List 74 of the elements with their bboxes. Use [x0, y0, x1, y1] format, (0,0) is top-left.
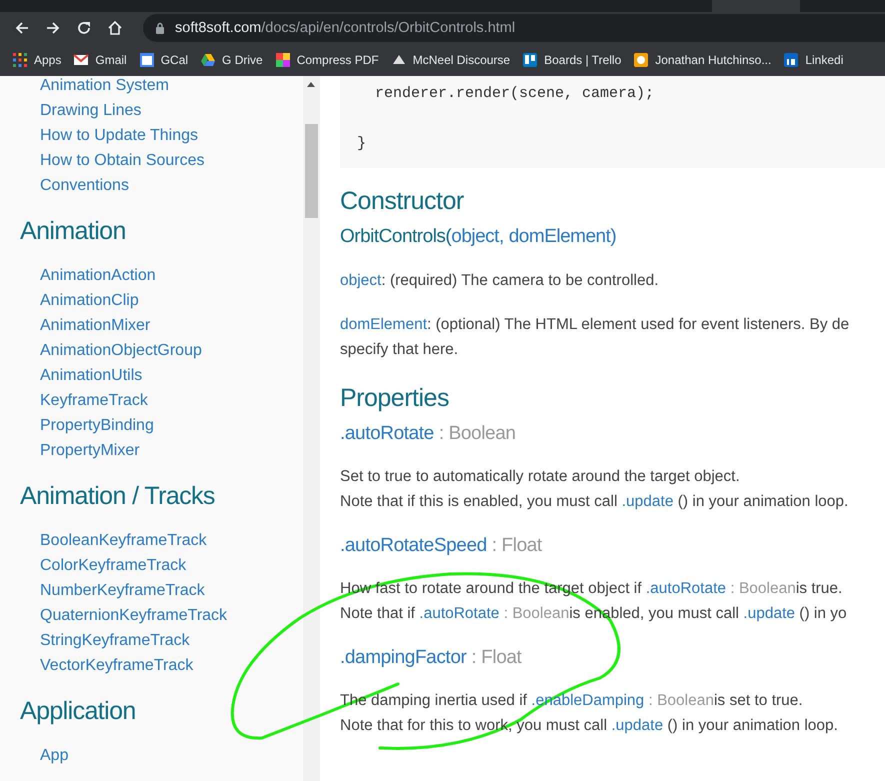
- section-heading: Constructor: [340, 186, 465, 217]
- sidebar-link[interactable]: BooleanKeyframeTrack: [40, 528, 207, 553]
- sidebar-link[interactable]: Conventions: [40, 173, 129, 198]
- paragraph-line: specify that here.: [340, 340, 460, 360]
- sidebar-link[interactable]: VectorKeyframeTrack: [40, 653, 194, 678]
- bookmark[interactable]: Boards | Trello: [522, 52, 622, 68]
- sidebar-link[interactable]: How to Obtain Sources: [40, 148, 205, 173]
- inline-link[interactable]: .update: [611, 717, 664, 734]
- sidebar-link[interactable]: How to Update Things: [40, 123, 198, 148]
- board-icon: [522, 52, 538, 68]
- sidebar-link[interactable]: AnimationMixer: [40, 313, 150, 338]
- sidebar-link[interactable]: AnimationUtils: [40, 363, 142, 388]
- sidebar-link[interactable]: KeyframeTrack: [40, 388, 148, 413]
- envelope-icon: [73, 52, 90, 68]
- bookmark[interactable]: Jonathan Hutchinso...: [633, 52, 772, 68]
- grid-icon: [12, 52, 28, 68]
- section-heading: Animation: [20, 216, 126, 247]
- inline-link[interactable]: .update: [622, 493, 674, 510]
- scrollbar[interactable]: [303, 76, 320, 781]
- lock-icon: [155, 22, 165, 34]
- scrollbar-thumb[interactable]: [305, 124, 318, 218]
- section-heading: Animation / Tracks: [20, 481, 215, 512]
- sidebar-link[interactable]: NumberKeyframeTrack: [40, 578, 205, 603]
- property-type: : Float: [471, 647, 522, 668]
- sidebar-link[interactable]: PropertyBinding: [40, 413, 154, 438]
- sidebar-link[interactable]: PropertyMixer: [40, 438, 140, 463]
- property-link[interactable]: .dampingFactor: [340, 647, 466, 668]
- sidebar-link[interactable]: AnimationObjectGroup: [40, 338, 202, 363]
- property-type: : Boolean: [438, 423, 516, 444]
- square-icon: [783, 52, 800, 68]
- inline-link[interactable]: .autoRotate: [419, 605, 500, 622]
- reload-icon[interactable]: [76, 20, 92, 36]
- property-link[interactable]: .autoRotate: [340, 423, 434, 444]
- bookmark[interactable]: G Drive: [200, 52, 263, 68]
- calendar-icon: [138, 52, 155, 68]
- sidebar-link[interactable]: App: [40, 743, 68, 768]
- parameter-link[interactable]: domElement): [508, 226, 616, 247]
- paragraph-line: Note that if this is enabled, you must call .update () in your animation loop.: [340, 492, 850, 512]
- section-heading: Application: [20, 696, 136, 727]
- bookmark[interactable]: Compress PDF: [274, 52, 379, 68]
- sidebar-link[interactable]: QuaternionKeyframeTrack: [40, 603, 228, 628]
- bookmark[interactable]: McNeel Discourse: [390, 52, 510, 68]
- sidebar-link[interactable]: AnimationAction: [40, 263, 156, 288]
- code-line: renderer.render(scene, camera);: [374, 85, 654, 102]
- sidebar-link[interactable]: AnimationClip: [40, 288, 139, 313]
- sidebar-link[interactable]: ColorKeyframeTrack: [40, 553, 186, 578]
- bookmark[interactable]: GCal: [138, 52, 188, 68]
- inline-link[interactable]: object: [340, 272, 382, 289]
- paragraph-line: object: (required) The camera to be controlled.: [340, 271, 660, 291]
- sidebar-link[interactable]: StringKeyframeTrack: [40, 628, 190, 653]
- section-heading: Properties: [340, 383, 450, 414]
- inline-link[interactable]: domElement: [340, 316, 428, 333]
- back-icon[interactable]: [14, 20, 30, 36]
- sidebar-link[interactable]: Animation System: [40, 76, 169, 98]
- bookmark[interactable]: Apps: [12, 52, 62, 68]
- forward-icon[interactable]: [45, 20, 61, 36]
- address-bar[interactable]: soft8soft.com/docs/api/en/controls/OrbitControls.html: [143, 14, 885, 42]
- inline-link[interactable]: .update: [743, 605, 795, 622]
- bookmark[interactable]: Linkedi: [783, 52, 844, 68]
- property-type: : Float: [492, 535, 542, 556]
- property-link[interactable]: .autoRotateSpeed: [340, 535, 487, 556]
- bookmark[interactable]: Gmail: [73, 52, 127, 68]
- home-icon[interactable]: [107, 20, 123, 36]
- scroll-up-icon[interactable]: [307, 82, 315, 87]
- constructor-signature: OrbitControls(object, domElement): [340, 226, 616, 247]
- paragraph-line: Set to true to automatically rotate around the target object.: [340, 467, 741, 487]
- sidebar-link[interactable]: Drawing Lines: [40, 98, 142, 123]
- inline-link[interactable]: .autoRotate: [646, 580, 726, 597]
- paragraph-line: Note that for this to work, you must call .update () in your animation loop.: [340, 716, 839, 736]
- paragraph-line: domElement: (optional) The HTML element used for event listeners. By de: [340, 315, 850, 335]
- triangle-icon: [200, 52, 216, 68]
- parameter-link[interactable]: object,: [451, 226, 504, 247]
- code-line: }: [357, 135, 366, 152]
- squares-icon: [274, 52, 291, 68]
